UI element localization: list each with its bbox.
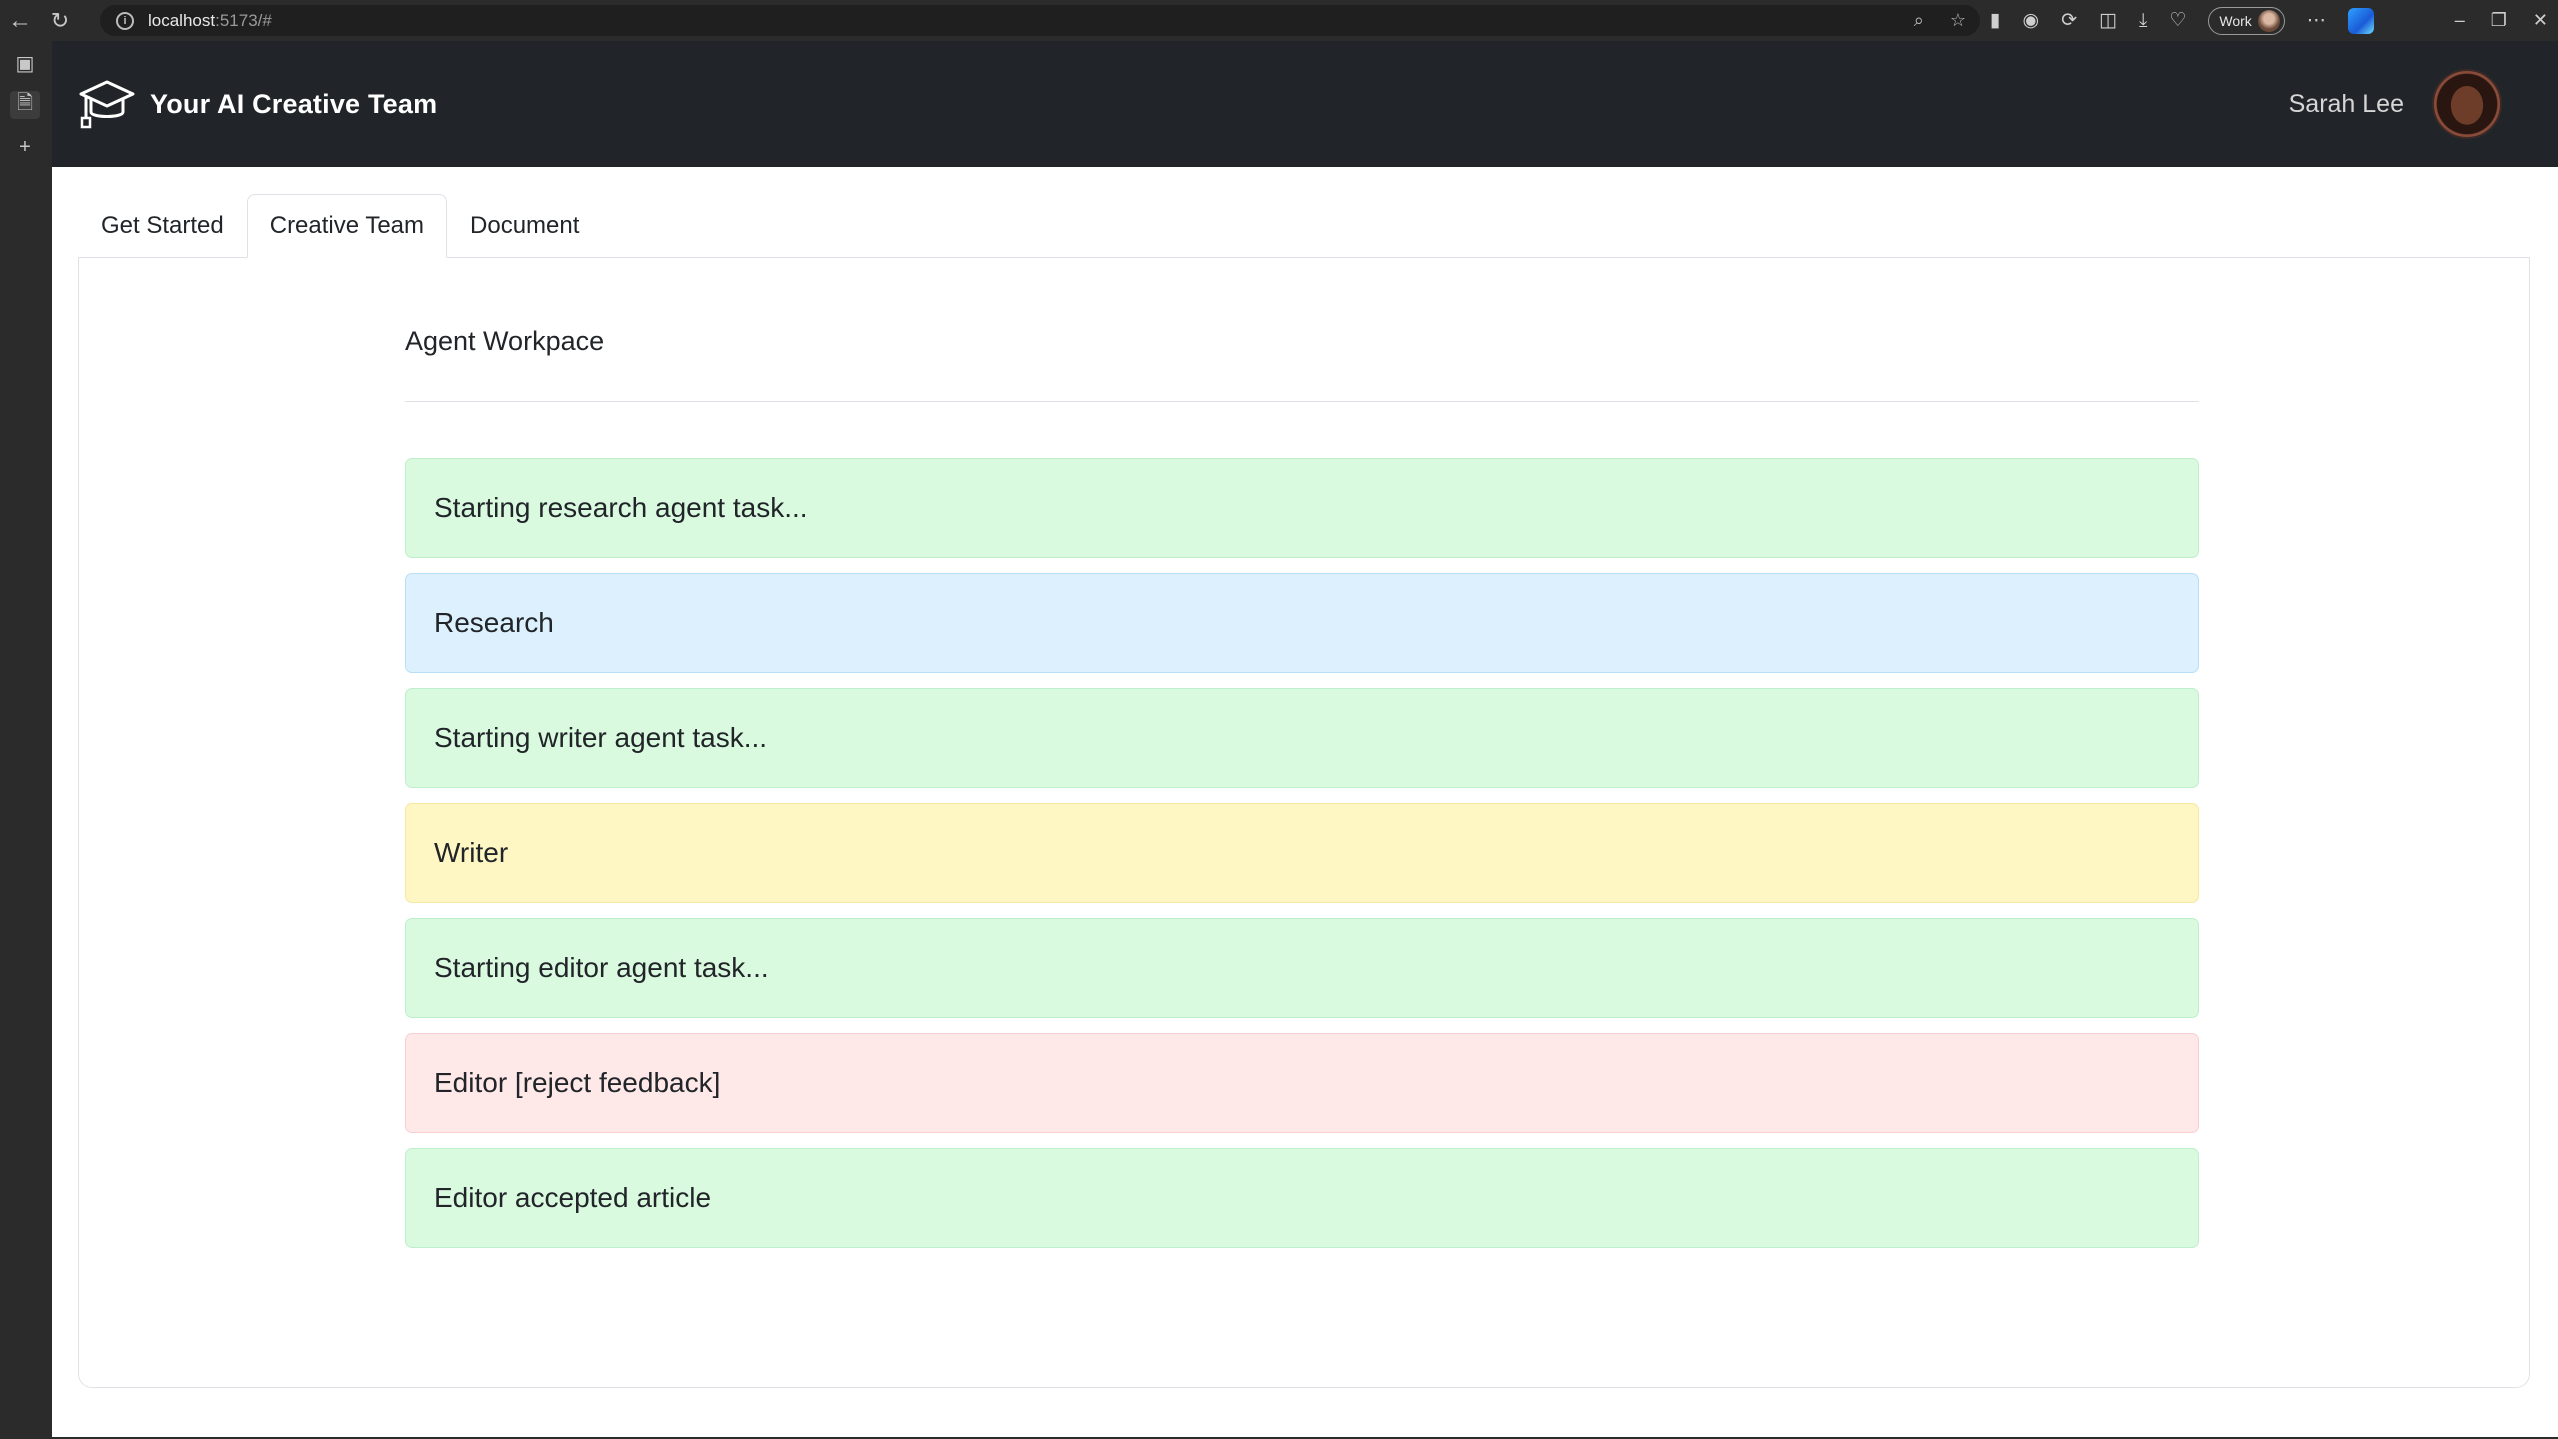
message-alert: Starting research agent task... — [405, 458, 2199, 558]
url-host: localhost — [148, 10, 216, 30]
user-menu[interactable]: Sarah Lee — [2289, 69, 2502, 139]
page-viewport: Your AI Creative Team Sarah Lee Get Star… — [52, 41, 2558, 1437]
tab-get-started[interactable]: Get Started — [78, 194, 247, 257]
more-menu-icon[interactable]: ⋯ — [2307, 9, 2326, 32]
profile-avatar — [2257, 9, 2280, 32]
message-alert: Starting writer agent task... — [405, 688, 2199, 788]
browser-tab-icon[interactable]: 🗎 — [10, 91, 40, 119]
url-path: :5173/# — [215, 10, 272, 30]
tab-actions-icon[interactable]: ▣ — [10, 49, 40, 77]
reload-icon[interactable]: ↻ — [40, 0, 80, 41]
message-alert: Editor accepted article — [405, 1148, 2199, 1248]
message-alert: Starting editor agent task... — [405, 918, 2199, 1018]
message-list: Starting research agent task... Research… — [405, 458, 2199, 1248]
tab-panel: Agent Workpace Starting research agent t… — [78, 258, 2530, 1388]
back-icon[interactable]: ← — [0, 0, 40, 41]
extension-icon[interactable]: ▮ — [1990, 9, 2000, 32]
site-info-icon[interactable]: i — [116, 11, 134, 30]
browser-toolbar: ← ↻ i localhost:5173/# ⌕ ☆ ▮ ◉ ⟳ ◫ ⤓ ♡ W… — [0, 0, 2558, 41]
copilot-icon[interactable] — [2347, 7, 2374, 34]
address-bar[interactable]: i localhost:5173/# ⌕ ☆ — [100, 5, 1980, 36]
tab-creative-team[interactable]: Creative Team — [246, 194, 448, 258]
brand[interactable]: Your AI Creative Team — [78, 78, 437, 130]
tab-document[interactable]: Document — [447, 194, 602, 257]
agent-workspace: Agent Workpace Starting research agent t… — [405, 258, 2199, 1248]
profile-label: Work — [2219, 12, 2252, 29]
vertical-tab-strip: ▣ 🗎 + — [0, 41, 50, 1439]
message-alert: Writer — [405, 803, 2199, 903]
password-manager-icon[interactable]: ◉ — [2022, 9, 2039, 32]
message-alert: Research — [405, 573, 2199, 673]
workspace-title: Agent Workpace — [405, 326, 2199, 402]
minimize-icon[interactable]: – — [2455, 10, 2465, 31]
avatar[interactable] — [2432, 69, 2502, 139]
app-title: Your AI Creative Team — [150, 88, 438, 119]
extensions-puzzle-icon[interactable]: ⟳ — [2061, 9, 2077, 32]
favorite-star-icon[interactable]: ☆ — [1950, 10, 1966, 31]
zoom-icon[interactable]: ⌕ — [1914, 10, 1924, 31]
new-tab-icon[interactable]: + — [10, 133, 40, 161]
split-screen-icon[interactable]: ◫ — [2099, 9, 2117, 32]
message-alert: Editor [reject feedback] — [405, 1033, 2199, 1133]
restore-icon[interactable]: ❐ — [2491, 10, 2507, 31]
close-window-icon[interactable]: ✕ — [2533, 10, 2548, 31]
user-name: Sarah Lee — [2288, 89, 2404, 118]
performance-icon[interactable]: ♡ — [2169, 9, 2186, 32]
tab-bar: Get Started Creative Team Document — [78, 194, 2530, 258]
downloads-icon[interactable]: ⤓ — [2139, 10, 2147, 32]
app-header: Your AI Creative Team Sarah Lee — [52, 41, 2558, 167]
graduation-cap-icon — [78, 78, 136, 130]
profile-button[interactable]: Work — [2208, 6, 2285, 35]
